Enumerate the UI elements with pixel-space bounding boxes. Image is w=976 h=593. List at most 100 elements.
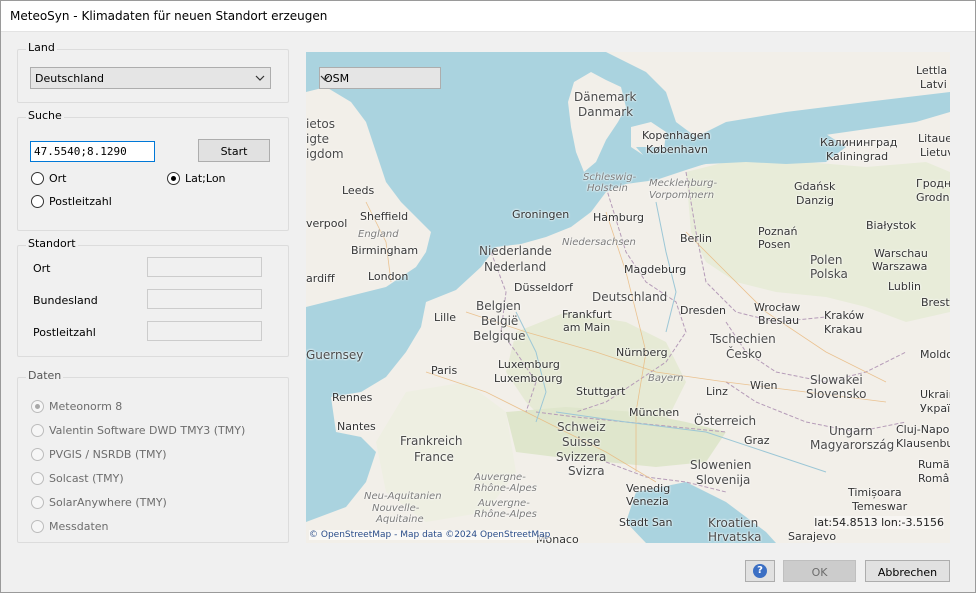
map-label: København — [646, 143, 708, 156]
daten-option-messdaten[interactable]: Messdaten — [31, 520, 109, 533]
map-label: Svizra — [568, 464, 605, 478]
radio-latlon[interactable]: Lat;Lon — [167, 172, 226, 185]
map-label: Kopenhagen — [642, 129, 711, 142]
map-label: Danmark — [578, 105, 634, 119]
radio-ort[interactable]: Ort — [31, 172, 67, 185]
ok-button[interactable]: OK — [783, 560, 856, 582]
map-label: Moldo — [920, 348, 950, 361]
map-label: Schweiz — [557, 420, 606, 434]
map-label: Auvergne- — [478, 498, 530, 509]
standort-plz-label: Postleitzahl — [33, 326, 96, 339]
map-label: Klausenburg — [896, 437, 950, 450]
map-label: Białystok — [866, 219, 917, 232]
map-label: Birmingham — [351, 244, 419, 257]
daten-option-solaranywhere-label: SolarAnywhere (TMY) — [49, 496, 167, 509]
map-label: Lettla — [916, 64, 948, 77]
daten-option-valentin-circle[interactable] — [31, 424, 44, 437]
map-label: Hrvatska — [708, 530, 762, 543]
radio-postleitzahl[interactable]: Postleitzahl — [31, 195, 112, 208]
map-label: igdom — [306, 147, 344, 161]
daten-option-pvgis[interactable]: PVGIS / NSRDB (TMY) — [31, 448, 167, 461]
map-attribution[interactable]: © OpenStreetMap - Map data ©2024 OpenStr… — [309, 530, 551, 540]
map-label: Groningen — [512, 208, 570, 221]
cancel-button[interactable]: Abbrechen — [865, 560, 950, 582]
map-label: Belgique — [473, 329, 526, 343]
map-label: Litaue — [918, 132, 950, 145]
radio-latlon-circle[interactable] — [167, 172, 180, 185]
map-label: Warschau — [874, 247, 928, 260]
map-label: Tschechien — [710, 332, 776, 346]
map-label: verpool — [306, 217, 348, 230]
search-input[interactable]: 47.5540;8.1290 — [30, 141, 155, 162]
map-label: Polen — [810, 253, 843, 267]
ok-button-label: OK — [811, 566, 828, 579]
radio-ort-circle[interactable] — [31, 172, 44, 185]
land-legend: Land — [26, 41, 57, 54]
map-label: Deutschland — [592, 290, 668, 304]
map-label: Rhône-Alpes — [474, 509, 537, 520]
daten-option-messdaten-circle[interactable] — [31, 520, 44, 533]
map-label: Guernsey — [306, 348, 364, 362]
radio-postleitzahl-circle[interactable] — [31, 195, 44, 208]
map-label: Graz — [744, 434, 770, 447]
map-label: Schleswig- — [583, 172, 637, 183]
map-label: Slovensko — [806, 387, 867, 401]
map-label: Ungarn — [829, 424, 873, 438]
map-label: Danzig — [796, 194, 834, 207]
start-button[interactable]: Start — [198, 139, 270, 162]
map-label: Grodno — [916, 191, 950, 204]
map-label: Rennes — [332, 391, 373, 404]
map-label: Rhône-Alpes — [474, 483, 537, 494]
daten-option-solaranywhere[interactable]: SolarAnywhere (TMY) — [31, 496, 167, 509]
daten-option-valentin[interactable]: Valentin Software DWD TMY3 (TMY) — [31, 424, 245, 437]
map-label: Magdeburg — [624, 263, 687, 276]
map-label: Brest — [921, 296, 950, 309]
daten-option-meteonorm[interactable]: Meteonorm 8 — [31, 400, 122, 413]
map-label: Lietuv — [920, 146, 950, 159]
cancel-button-label: Abbrechen — [877, 566, 938, 579]
map-label: România — [918, 472, 950, 485]
map-label: België — [481, 314, 519, 328]
standort-ort-label: Ort — [33, 262, 51, 275]
map-label: Kroatien — [708, 516, 759, 530]
map-label: Sarajevo — [788, 530, 837, 543]
daten-option-solaranywhere-circle[interactable] — [31, 496, 44, 509]
map-label: Niedersachsen — [562, 237, 636, 248]
map-label: igte — [306, 132, 330, 146]
map-label: Düsseldorf — [514, 281, 573, 294]
land-dropdown[interactable]: Deutschland — [30, 67, 271, 89]
map-label: Mecklenburg- — [649, 178, 718, 189]
map-label: Svizzera — [556, 450, 607, 464]
map-label: Timișoara — [848, 486, 902, 499]
chevron-down-icon — [320, 75, 330, 81]
daten-option-pvgis-circle[interactable] — [31, 448, 44, 461]
standort-bundesland-field — [147, 289, 262, 309]
map-label: Sheffield — [360, 210, 409, 223]
map-label: ietos — [306, 117, 336, 131]
map-view[interactable]: Dänemark Danmark Kopenhagen København Ка… — [306, 52, 950, 543]
map-layer-dropdown[interactable]: OSM — [319, 67, 441, 89]
map-label: Poznań — [758, 225, 798, 238]
dialog-window: MeteoSyn - Klimadaten für neuen Standort… — [0, 0, 976, 593]
daten-option-meteonorm-circle[interactable] — [31, 400, 44, 413]
map-label: Berlin — [680, 232, 712, 245]
daten-option-solcast[interactable]: Solcast (TMY) — [31, 472, 124, 485]
map-label: Slowenien — [690, 458, 752, 472]
map-label: London — [368, 270, 409, 283]
map-label: Stuttgart — [576, 385, 626, 398]
suche-legend: Suche — [26, 109, 64, 122]
map-label: Гродна — [916, 177, 950, 190]
map-label: Breslau — [758, 314, 800, 327]
help-button[interactable]: ? — [745, 560, 775, 582]
map-label: Magyarország — [810, 438, 895, 452]
map-label: Slovenija — [696, 473, 751, 487]
map-label: Luxembourg — [494, 372, 563, 385]
daten-option-solcast-circle[interactable] — [31, 472, 44, 485]
daten-option-solcast-label: Solcast (TMY) — [49, 472, 124, 485]
map-label: Linz — [706, 385, 728, 398]
map-label: Nürnberg — [616, 346, 668, 359]
map-label: Cluj-Napoca — [896, 423, 950, 436]
map-coordinates: lat:54.8513 lon:-3.5156 — [814, 516, 944, 529]
map-label: Slowakei — [810, 373, 863, 387]
map-label: Nantes — [337, 420, 376, 433]
